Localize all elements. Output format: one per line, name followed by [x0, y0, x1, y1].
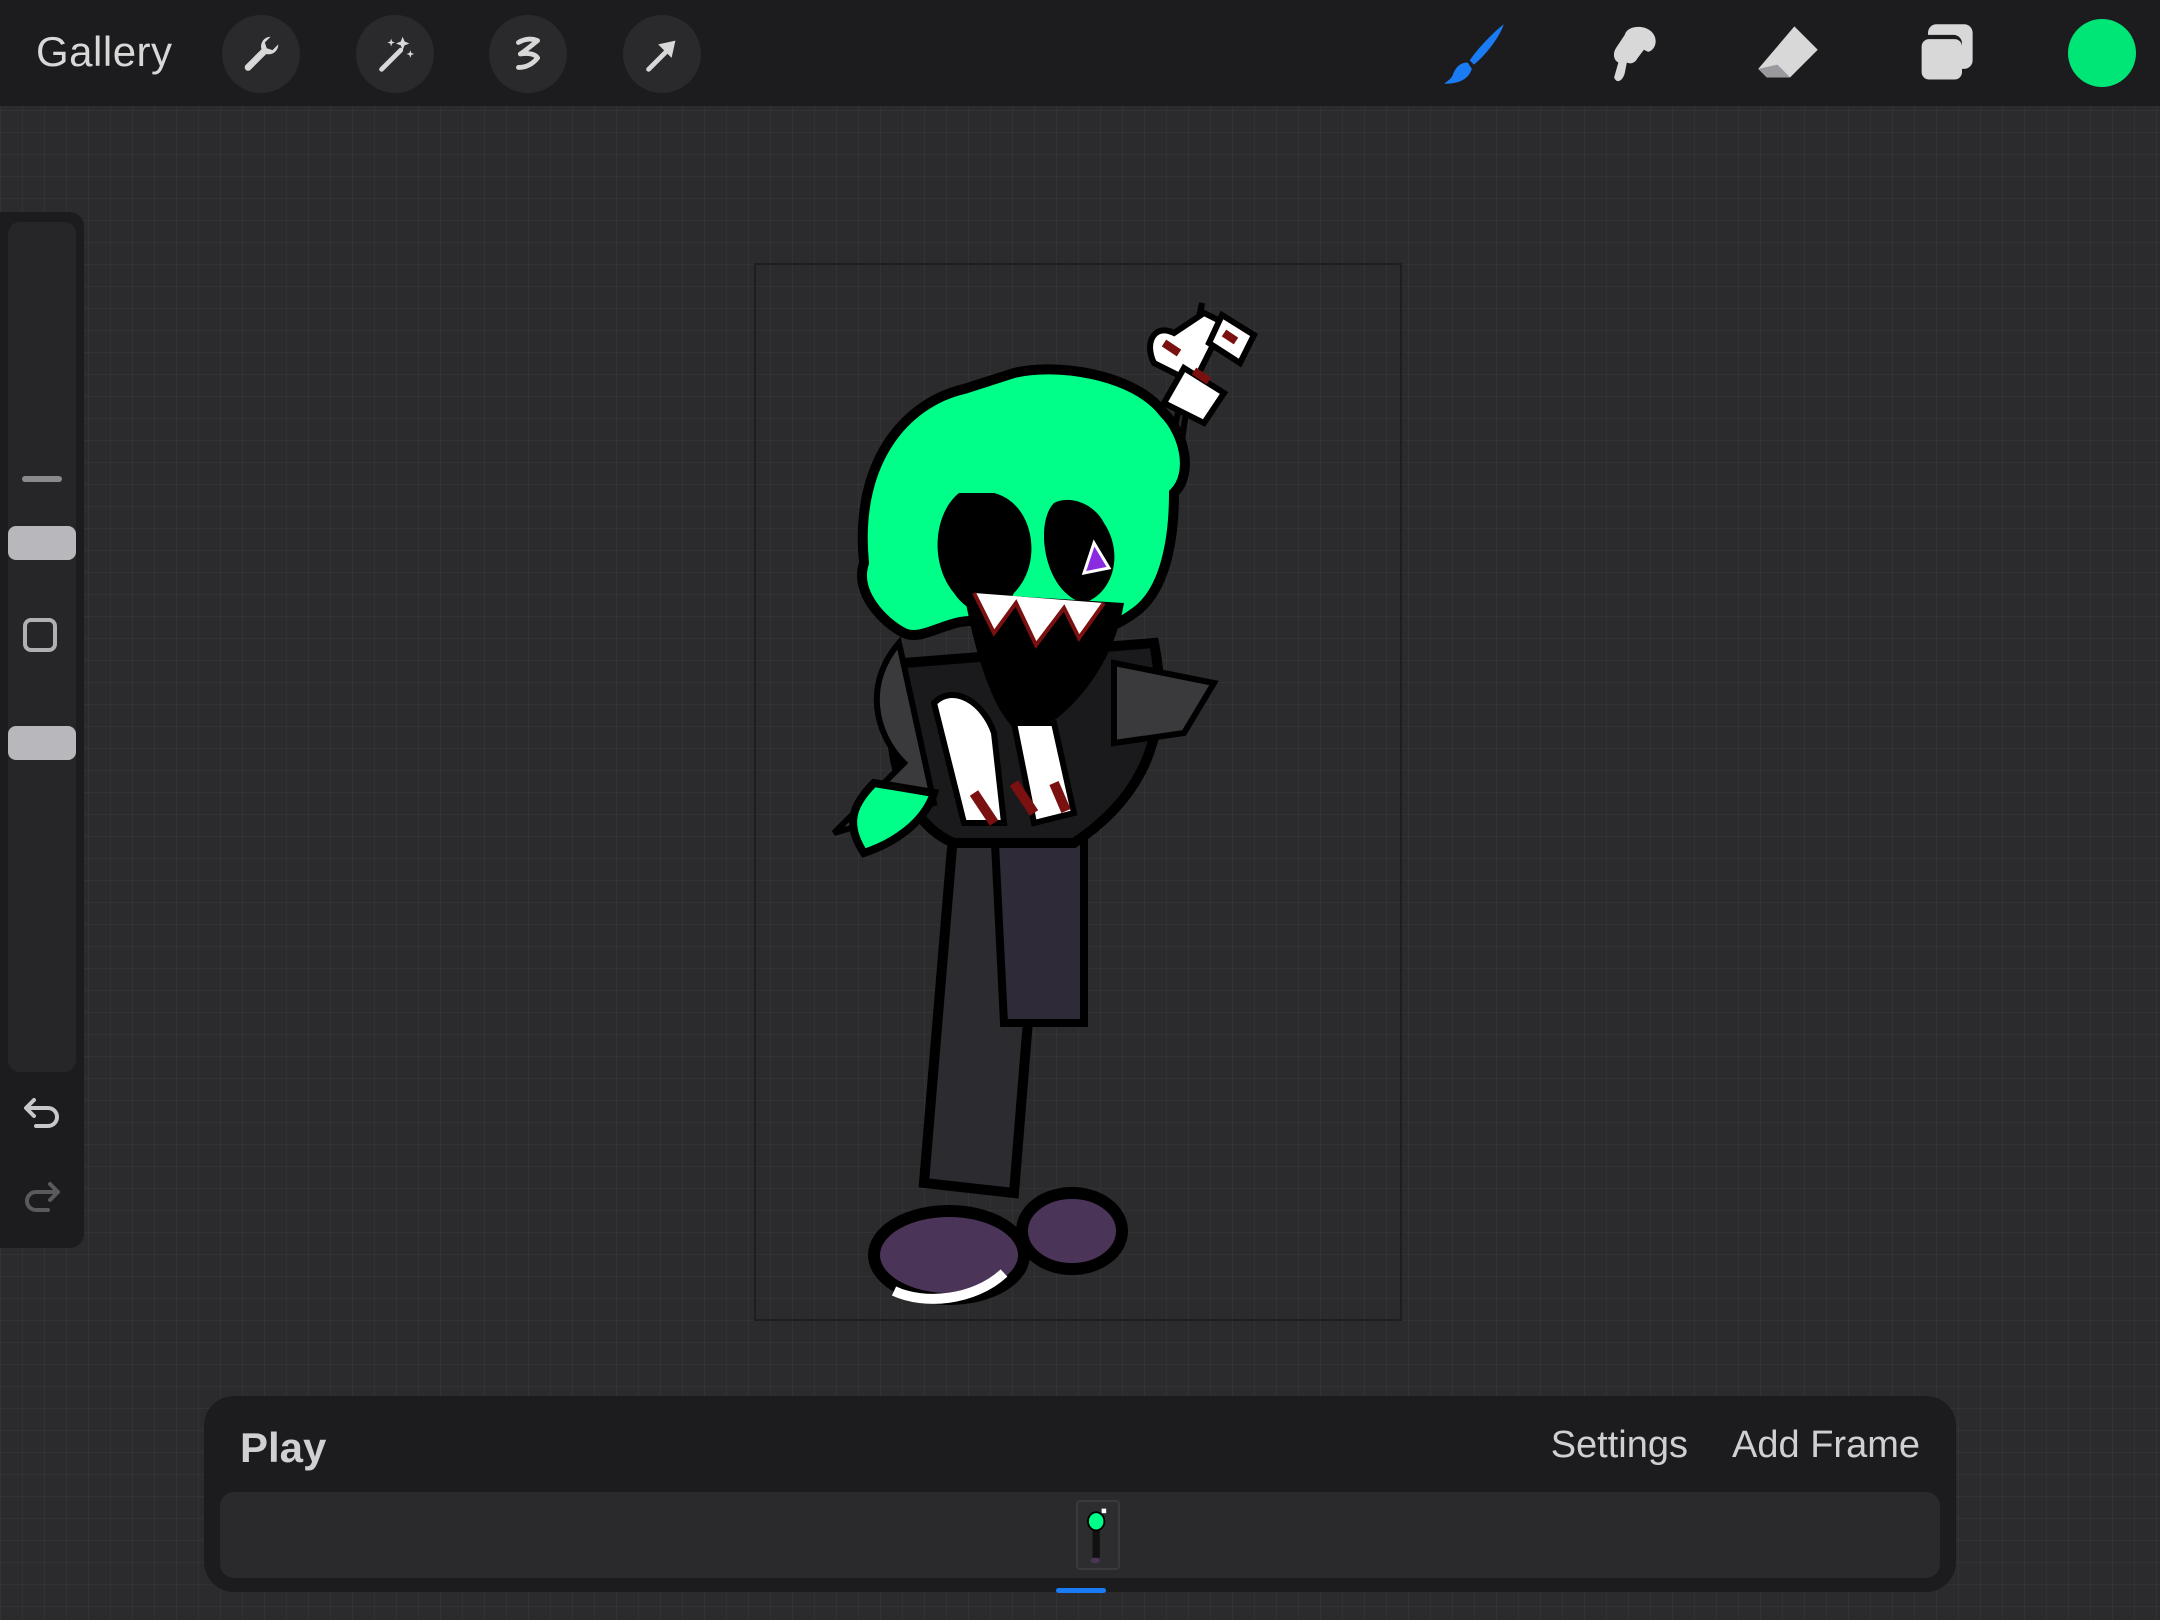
frame-thumbnail[interactable]	[1076, 1500, 1120, 1570]
left-sidebar	[0, 212, 84, 1248]
brush-size-slider-thumb[interactable]	[8, 526, 76, 560]
undo-icon	[24, 1098, 59, 1128]
erase-tool[interactable]	[1752, 18, 1824, 90]
paint-tool[interactable]	[1438, 18, 1510, 90]
smudge-icon	[1613, 26, 1656, 82]
procreate-app: Gallery Play Settings Add Frame	[0, 0, 2160, 1620]
selection-icon	[516, 36, 540, 70]
opacity-slider-thumb[interactable]	[8, 726, 76, 760]
layers-icon	[1917, 24, 1973, 82]
frames-timeline[interactable]	[220, 1492, 1940, 1578]
color-picker-swatch[interactable]	[2068, 19, 2136, 87]
magic-wand-icon	[379, 36, 415, 72]
play-button[interactable]: Play	[240, 1424, 326, 1472]
layers-tool[interactable]	[1909, 18, 1981, 90]
actions-button[interactable]	[222, 15, 300, 93]
selected-frame-indicator	[1056, 1588, 1106, 1593]
redo-button[interactable]	[18, 1172, 66, 1220]
add-frame-button[interactable]: Add Frame	[1732, 1424, 1920, 1467]
top-toolbar: Gallery	[0, 0, 2160, 106]
transform-button[interactable]	[623, 15, 701, 93]
selection-button[interactable]	[489, 15, 567, 93]
size-marker	[22, 476, 62, 482]
transform-arrow-icon	[646, 40, 676, 72]
brush-icon	[1444, 24, 1504, 84]
wrench-icon	[244, 36, 279, 71]
modify-button[interactable]	[23, 618, 57, 652]
character-artwork	[831, 302, 1258, 1305]
animation-assist-panel: Play Settings Add Frame	[204, 1396, 1956, 1593]
smudge-tool[interactable]	[1593, 18, 1665, 90]
undo-button[interactable]	[18, 1088, 66, 1136]
redo-icon	[25, 1182, 60, 1212]
eraser-icon	[1758, 26, 1818, 78]
frame-preview-image	[1087, 1508, 1107, 1564]
adjustments-button[interactable]	[356, 15, 434, 93]
gallery-button[interactable]: Gallery	[36, 28, 173, 76]
settings-button[interactable]: Settings	[1551, 1424, 1688, 1467]
